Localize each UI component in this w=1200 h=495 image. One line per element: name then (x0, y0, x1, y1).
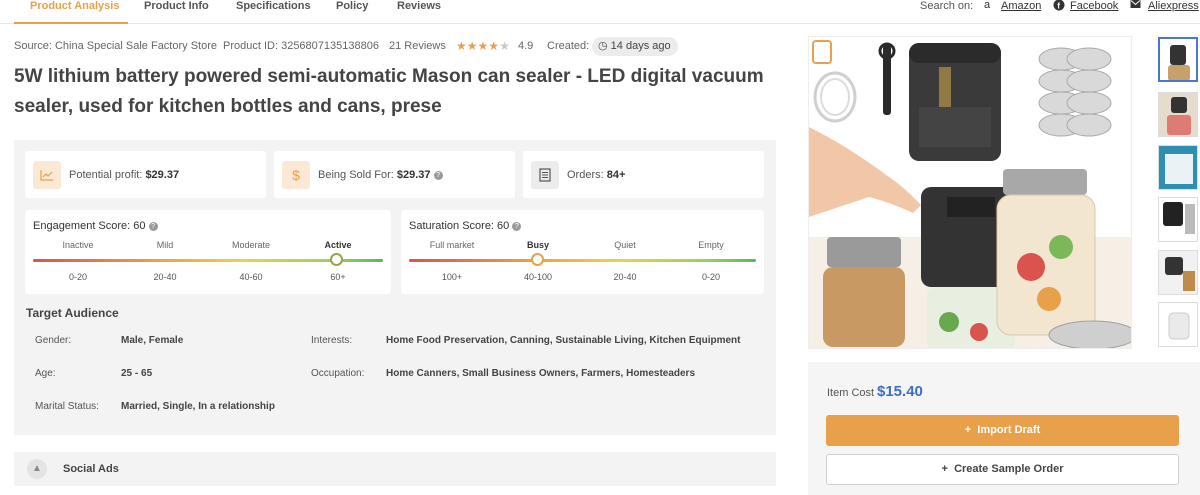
engagement-range: 40-60 (239, 272, 263, 282)
chevron-up-icon[interactable]: ▲ (27, 459, 47, 479)
engagement-range: 20-40 (153, 272, 177, 282)
svg-text:f: f (1057, 2, 1060, 11)
interests-value: Home Food Preservation, Canning, Sustain… (386, 335, 741, 346)
thumbnail-6[interactable] (1158, 302, 1198, 347)
star-icon: ★ (456, 39, 467, 53)
gender-label: Gender: (35, 335, 72, 346)
source-text: Source: China Special Sale Factory Store (14, 40, 217, 52)
saturation-score-card: Saturation Score: 60? Full market Busy Q… (401, 210, 764, 294)
review-count[interactable]: 21 Reviews (389, 40, 446, 52)
cost-panel: Item Cost $15.40 + Import Draft + Create… (808, 362, 1200, 495)
rating-stars: ★★★★★ (456, 39, 510, 53)
help-icon[interactable]: ? (433, 171, 443, 180)
orders-card: Orders: 84+ (523, 151, 764, 198)
amazon-link[interactable]: Amazon (1001, 0, 1041, 12)
star-icon: ★ (488, 39, 500, 53)
interests-label: Interests: (311, 335, 353, 346)
search-on-label: Search on: (920, 0, 974, 12)
mail-icon (1130, 0, 1141, 12)
active-tab-indicator (14, 22, 128, 24)
orders-label: Orders: (567, 169, 604, 181)
saturation-level-active: Busy (526, 240, 549, 250)
marital-label: Marital Status: (35, 401, 99, 412)
created-value: 14 days ago (610, 40, 671, 52)
saturation-range: 20-40 (613, 272, 637, 282)
saturation-level: Full market (429, 240, 475, 250)
engagement-level-active: Active (324, 240, 352, 250)
thumbnail-1[interactable] (1158, 37, 1198, 82)
potential-profit-card: Potential profit: $29.37 (25, 151, 266, 198)
marital-value: Married, Single, In a relationship (121, 401, 275, 412)
orders-value: 84+ (606, 169, 626, 181)
profit-label: Potential profit: (69, 169, 143, 181)
profit-value: $29.37 (145, 169, 180, 181)
engagement-level: Mild (156, 240, 174, 250)
analysis-panel: Potential profit: $29.37 $ Being Sold Fo… (14, 140, 776, 435)
engagement-level: Moderate (231, 240, 271, 250)
saturation-range: 0-20 (701, 272, 720, 282)
thumbnail-5[interactable] (1158, 250, 1198, 295)
import-draft-label: Import Draft (977, 424, 1041, 436)
saturation-range: 40-100 (523, 272, 553, 282)
help-icon[interactable]: ? (148, 222, 158, 231)
star-icon: ★ (499, 39, 510, 53)
amazon-icon: a (984, 0, 991, 11)
plus-icon: + (941, 463, 948, 475)
top-navigation: Product Analysis Product Info Specificat… (0, 0, 1200, 24)
help-icon[interactable]: ? (512, 222, 522, 231)
import-draft-button[interactable]: + Import Draft (826, 415, 1179, 446)
social-ads-section[interactable]: ▲ Social Ads (14, 452, 776, 486)
star-icon: ★ (477, 39, 489, 53)
tab-product-analysis[interactable]: Product Analysis (30, 0, 119, 24)
tab-reviews[interactable]: Reviews (397, 0, 441, 24)
product-id: Product ID: 3256807135138806 (223, 40, 379, 52)
saturation-range: 100+ (441, 272, 463, 282)
facebook-icon: f (1053, 0, 1065, 14)
saturation-scale-bar (409, 259, 756, 262)
saturation-marker (531, 253, 544, 266)
gender-value: Male, Female (121, 335, 184, 346)
engagement-range: 0-20 (68, 272, 87, 282)
created-label: Created: (547, 40, 590, 52)
engagement-score-card: Engagement Score: 60? Inactive Mild Mode… (25, 210, 391, 294)
engagement-marker (330, 253, 343, 266)
tab-policy[interactable]: Policy (336, 0, 368, 24)
item-cost-value: $15.40 (877, 383, 923, 400)
trend-chart-icon (33, 161, 61, 189)
dollar-icon: $ (282, 161, 310, 189)
engagement-level: Inactive (62, 240, 94, 250)
thumbnail-4[interactable] (1158, 197, 1198, 242)
facebook-link[interactable]: Facebook (1070, 0, 1118, 12)
target-audience-heading: Target Audience (26, 306, 119, 320)
create-sample-order-label: Create Sample Order (954, 463, 1064, 475)
thumbnail-2[interactable] (1158, 92, 1198, 137)
clipboard-icon (531, 161, 559, 189)
star-icon: ★ (466, 39, 478, 53)
engagement-score-title: Engagement Score: 60 (33, 220, 146, 232)
aliexpress-link[interactable]: Aliexpress (1148, 0, 1199, 12)
engagement-range: 60+ (330, 272, 346, 282)
rating-value: 4.9 (518, 40, 534, 52)
social-ads-label: Social Ads (63, 463, 119, 475)
sold-for-label: Being Sold For: (318, 169, 394, 181)
plus-icon: + (964, 424, 972, 436)
product-title: 5W lithium battery powered semi-automati… (14, 66, 764, 117)
thumbnail-3[interactable] (1158, 145, 1198, 190)
tab-specifications[interactable]: Specifications (236, 0, 311, 24)
item-cost-label: Item Cost (827, 387, 875, 399)
product-main-image (808, 36, 1132, 349)
saturation-level: Empty (698, 240, 724, 250)
occupation-label: Occupation: (311, 368, 365, 379)
clock-icon: ◷ (598, 40, 608, 52)
sold-for-card: $ Being Sold For: $29.37? (274, 151, 515, 198)
occupation-value: Home Canners, Small Business Owners, Far… (386, 368, 696, 379)
sold-for-value: $29.37 (396, 169, 431, 181)
age-label: Age: (35, 368, 56, 379)
age-value: 25 - 65 (121, 368, 153, 379)
saturation-score-title: Saturation Score: 60 (409, 220, 510, 232)
saturation-level: Quiet (614, 240, 636, 250)
created-badge: ◷ 14 days ago (592, 37, 678, 56)
create-sample-order-button[interactable]: + Create Sample Order (826, 454, 1179, 485)
tab-product-info[interactable]: Product Info (144, 0, 209, 24)
